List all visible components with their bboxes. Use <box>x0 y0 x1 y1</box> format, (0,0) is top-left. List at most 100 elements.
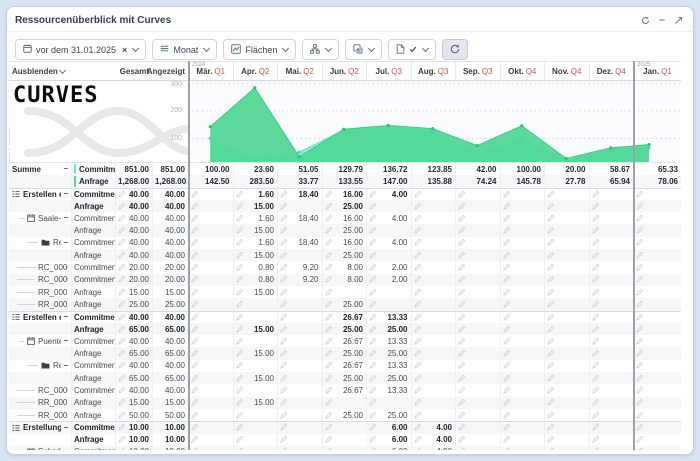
edit-pencil-icon[interactable] <box>369 399 376 406</box>
edit-pencil-icon[interactable] <box>592 424 599 431</box>
edit-pencil-icon[interactable] <box>592 338 599 345</box>
edit-pencil-icon[interactable] <box>118 375 125 382</box>
edit-pencil-icon[interactable] <box>458 350 465 357</box>
edit-pencil-icon[interactable] <box>325 326 332 333</box>
edit-pencil-icon[interactable] <box>236 399 243 406</box>
edit-pencil-icon[interactable] <box>547 276 554 283</box>
edit-pencil-icon[interactable] <box>458 252 465 259</box>
edit-pencil-icon[interactable] <box>191 448 198 450</box>
edit-pencil-icon[interactable] <box>118 239 125 246</box>
edit-pencil-icon[interactable] <box>369 227 376 234</box>
edit-pencil-icon[interactable] <box>547 424 554 431</box>
edit-pencil-icon[interactable] <box>503 227 510 234</box>
edit-pencil-icon[interactable] <box>636 203 643 210</box>
edit-pencil-icon[interactable] <box>458 191 465 198</box>
edit-pencil-icon[interactable] <box>325 362 332 369</box>
edit-pencil-icon[interactable] <box>503 412 510 419</box>
edit-pencil-icon[interactable] <box>414 399 421 406</box>
edit-pencil-icon[interactable] <box>503 399 510 406</box>
edit-pencil-icon[interactable] <box>118 227 125 234</box>
edit-pencil-icon[interactable] <box>325 424 332 431</box>
edit-pencil-icon[interactable] <box>636 301 643 308</box>
edit-pencil-icon[interactable] <box>118 289 125 296</box>
edit-pencil-icon[interactable] <box>369 436 376 443</box>
edit-pencil-icon[interactable] <box>414 191 421 198</box>
edit-pencil-icon[interactable] <box>280 362 287 369</box>
edit-pencil-icon[interactable] <box>458 203 465 210</box>
edit-pencil-icon[interactable] <box>236 362 243 369</box>
edit-pencil-icon[interactable] <box>325 215 332 222</box>
edit-pencil-icon[interactable] <box>503 326 510 333</box>
edit-pencil-icon[interactable] <box>325 239 332 246</box>
edit-pencil-icon[interactable] <box>592 276 599 283</box>
edit-pencil-icon[interactable] <box>414 387 421 394</box>
edit-pencil-icon[interactable] <box>325 227 332 234</box>
edit-pencil-icon[interactable] <box>236 448 243 450</box>
edit-pencil-icon[interactable] <box>636 252 643 259</box>
edit-pencil-icon[interactable] <box>191 203 198 210</box>
edit-pencil-icon[interactable] <box>369 424 376 431</box>
edit-pencil-icon[interactable] <box>280 301 287 308</box>
edit-pencil-icon[interactable] <box>414 375 421 382</box>
edit-pencil-icon[interactable] <box>592 264 599 271</box>
edit-pencil-icon[interactable] <box>414 436 421 443</box>
edit-pencil-icon[interactable] <box>592 314 599 321</box>
collapse-toggle[interactable]: − <box>61 337 68 345</box>
edit-pencil-icon[interactable] <box>236 314 243 321</box>
edit-pencil-icon[interactable] <box>636 362 643 369</box>
edit-pencil-icon[interactable] <box>118 264 125 271</box>
edit-pencil-icon[interactable] <box>503 436 510 443</box>
edit-pencil-icon[interactable] <box>636 215 643 222</box>
edit-pencil-icon[interactable] <box>118 399 125 406</box>
edit-pencil-icon[interactable] <box>503 424 510 431</box>
edit-pencil-icon[interactable] <box>458 227 465 234</box>
edit-pencil-icon[interactable] <box>592 252 599 259</box>
edit-pencil-icon[interactable] <box>636 289 643 296</box>
edit-pencil-icon[interactable] <box>369 215 376 222</box>
edit-pencil-icon[interactable] <box>325 252 332 259</box>
edit-pencil-icon[interactable] <box>414 448 421 450</box>
collapse-toggle[interactable]: − <box>61 239 68 247</box>
edit-pencil-icon[interactable] <box>118 314 125 321</box>
chart-type-button[interactable]: Flächen <box>223 39 296 60</box>
edit-pencil-icon[interactable] <box>414 239 421 246</box>
edit-pencil-icon[interactable] <box>280 264 287 271</box>
edit-pencil-icon[interactable] <box>118 252 125 259</box>
edit-pencil-icon[interactable] <box>118 301 125 308</box>
edit-pencil-icon[interactable] <box>369 448 376 450</box>
edit-pencil-icon[interactable] <box>369 362 376 369</box>
edit-pencil-icon[interactable] <box>280 350 287 357</box>
edit-pencil-icon[interactable] <box>547 264 554 271</box>
edit-pencil-icon[interactable] <box>369 412 376 419</box>
edit-pencil-icon[interactable] <box>636 338 643 345</box>
edit-pencil-icon[interactable] <box>503 191 510 198</box>
edit-pencil-icon[interactable] <box>547 289 554 296</box>
refresh-data-button[interactable] <box>442 39 468 60</box>
edit-pencil-icon[interactable] <box>236 215 243 222</box>
edit-pencil-icon[interactable] <box>118 448 125 450</box>
edit-pencil-icon[interactable] <box>280 326 287 333</box>
edit-pencil-icon[interactable] <box>369 264 376 271</box>
edit-pencil-icon[interactable] <box>369 338 376 345</box>
edit-pencil-icon[interactable] <box>191 239 198 246</box>
edit-pencil-icon[interactable] <box>503 375 510 382</box>
edit-pencil-icon[interactable] <box>414 215 421 222</box>
edit-pencil-icon[interactable] <box>325 412 332 419</box>
edit-pencil-icon[interactable] <box>592 301 599 308</box>
edit-pencil-icon[interactable] <box>458 412 465 419</box>
edit-pencil-icon[interactable] <box>118 436 125 443</box>
edit-pencil-icon[interactable] <box>636 436 643 443</box>
edit-pencil-icon[interactable] <box>414 362 421 369</box>
edit-pencil-icon[interactable] <box>191 227 198 234</box>
edit-pencil-icon[interactable] <box>280 399 287 406</box>
edit-pencil-icon[interactable] <box>636 399 643 406</box>
edit-pencil-icon[interactable] <box>414 276 421 283</box>
edit-pencil-icon[interactable] <box>118 362 125 369</box>
edit-pencil-icon[interactable] <box>503 215 510 222</box>
edit-pencil-icon[interactable] <box>191 301 198 308</box>
edit-pencil-icon[interactable] <box>636 276 643 283</box>
edit-pencil-icon[interactable] <box>369 239 376 246</box>
edit-pencil-icon[interactable] <box>280 387 287 394</box>
edit-pencil-icon[interactable] <box>547 301 554 308</box>
edit-pencil-icon[interactable] <box>503 203 510 210</box>
